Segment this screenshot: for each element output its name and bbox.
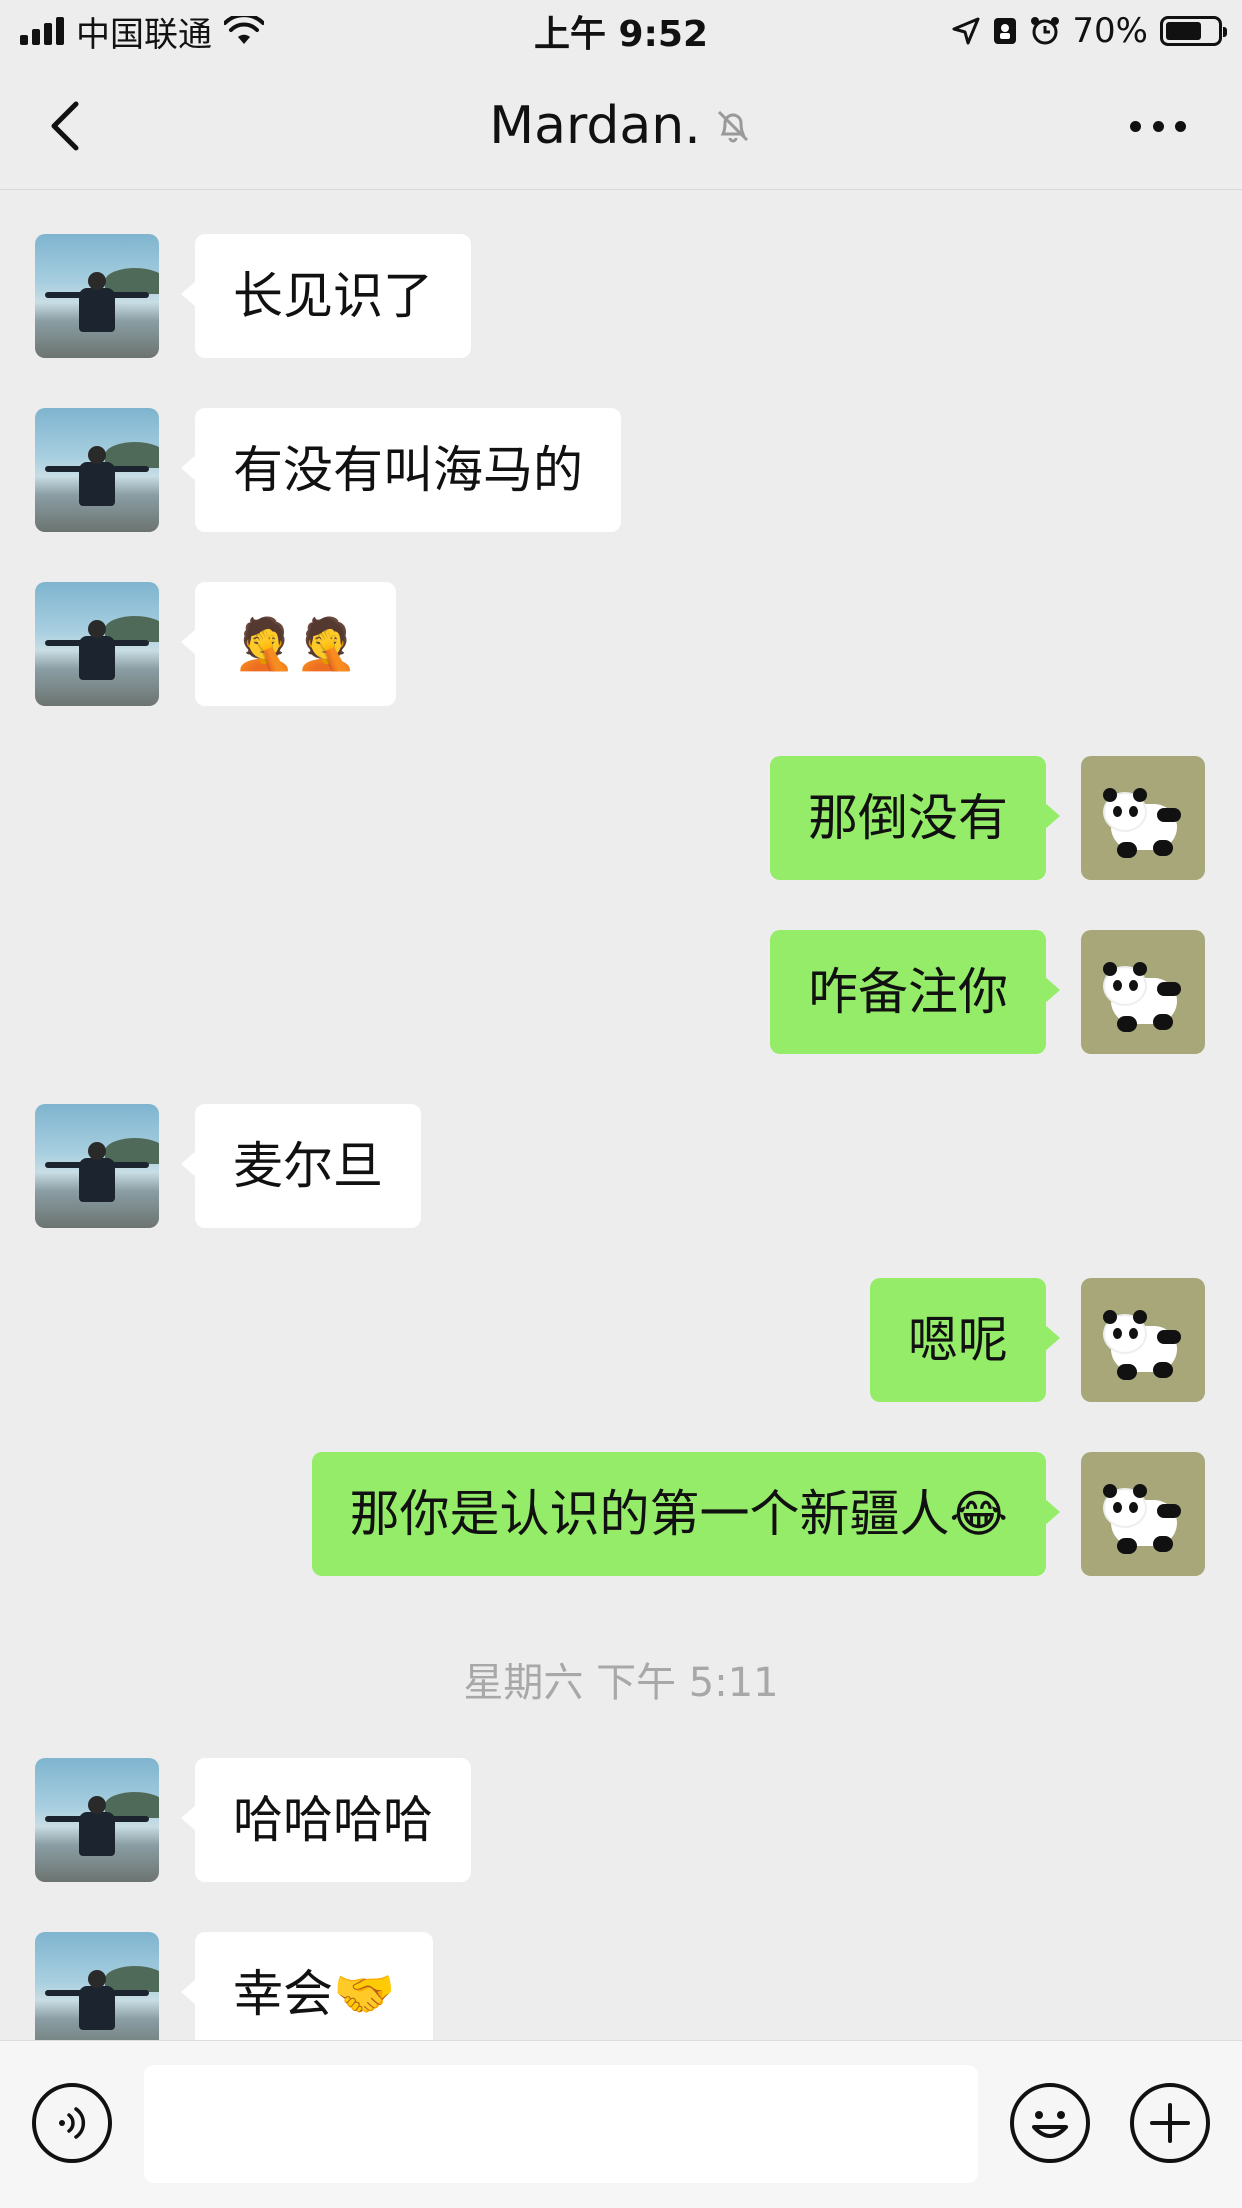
message-bubble[interactable]: 那你是认识的第一个新疆人😂: [311, 1452, 1061, 1576]
emoji-button[interactable]: [1010, 2083, 1090, 2163]
contact-name: Mardan.: [489, 95, 701, 156]
message-row: 麦尔旦: [0, 1104, 1242, 1228]
message-bubble[interactable]: 哈哈哈哈: [181, 1758, 471, 1882]
avatar[interactable]: [35, 1932, 159, 2040]
message-bubble[interactable]: 那倒没有: [770, 756, 1060, 880]
message-row: 有没有叫海马的: [0, 408, 1242, 532]
message-bubble[interactable]: 幸会🤝: [180, 1932, 434, 2040]
voice-icon: [59, 2107, 86, 2139]
avatar[interactable]: [1081, 930, 1205, 1054]
nav-bar: Mardan.: [0, 62, 1242, 190]
avatar[interactable]: [35, 408, 159, 532]
message-row: 长见识了: [0, 234, 1242, 358]
plus-button[interactable]: [1130, 2083, 1210, 2163]
message-row: 那你是认识的第一个新疆人😂: [0, 1452, 1242, 1576]
chat-area[interactable]: 长见识了 有没有叫海马的 🤦🤦 那倒没有 咋备注你 麦尔旦 嗯呢 那你是认识的第…: [0, 190, 1242, 2040]
status-bar: 中国联通 上午 9:52 70%: [0, 0, 1242, 62]
battery-icon: [1160, 16, 1227, 46]
message-input[interactable]: [144, 2065, 978, 2183]
message-bubble[interactable]: 咋备注你: [770, 930, 1060, 1054]
plus-icon: [1150, 2103, 1190, 2143]
message-bubble[interactable]: 有没有叫海马的: [181, 408, 621, 532]
message-row: 嗯呢: [0, 1278, 1242, 1402]
avatar[interactable]: [35, 1758, 159, 1882]
chevron-left-icon[interactable]: [46, 100, 86, 152]
message-bubble[interactable]: 长见识了: [181, 234, 471, 358]
status-time: 上午 9:52: [533, 14, 709, 55]
message-row: 那倒没有: [0, 756, 1242, 880]
chat-title: Mardan.: [489, 96, 753, 156]
avatar[interactable]: [1081, 1452, 1205, 1576]
bell-slash-icon: [717, 110, 748, 142]
message-bubble[interactable]: 嗯呢: [870, 1278, 1060, 1402]
emoji-icon: [1032, 2111, 1068, 2138]
time-divider: 星期六 下午 5:11: [463, 1660, 779, 1706]
message-bubble[interactable]: 麦尔旦: [181, 1104, 421, 1228]
message-row: 🤦🤦: [0, 582, 1242, 706]
avatar[interactable]: [1081, 1278, 1205, 1402]
avatar[interactable]: [35, 582, 159, 706]
input-bar: [0, 2040, 1242, 2208]
avatar[interactable]: [35, 1104, 159, 1228]
message-row: 幸会🤝: [0, 1932, 1242, 2040]
avatar[interactable]: [1081, 756, 1205, 880]
message-row: 咋备注你: [0, 930, 1242, 1054]
more-dots-icon[interactable]: [1130, 112, 1186, 140]
voice-button[interactable]: [32, 2083, 112, 2163]
avatar[interactable]: [35, 234, 159, 358]
message-bubble[interactable]: 🤦🤦: [181, 582, 396, 706]
message-row: 哈哈哈哈: [0, 1758, 1242, 1882]
